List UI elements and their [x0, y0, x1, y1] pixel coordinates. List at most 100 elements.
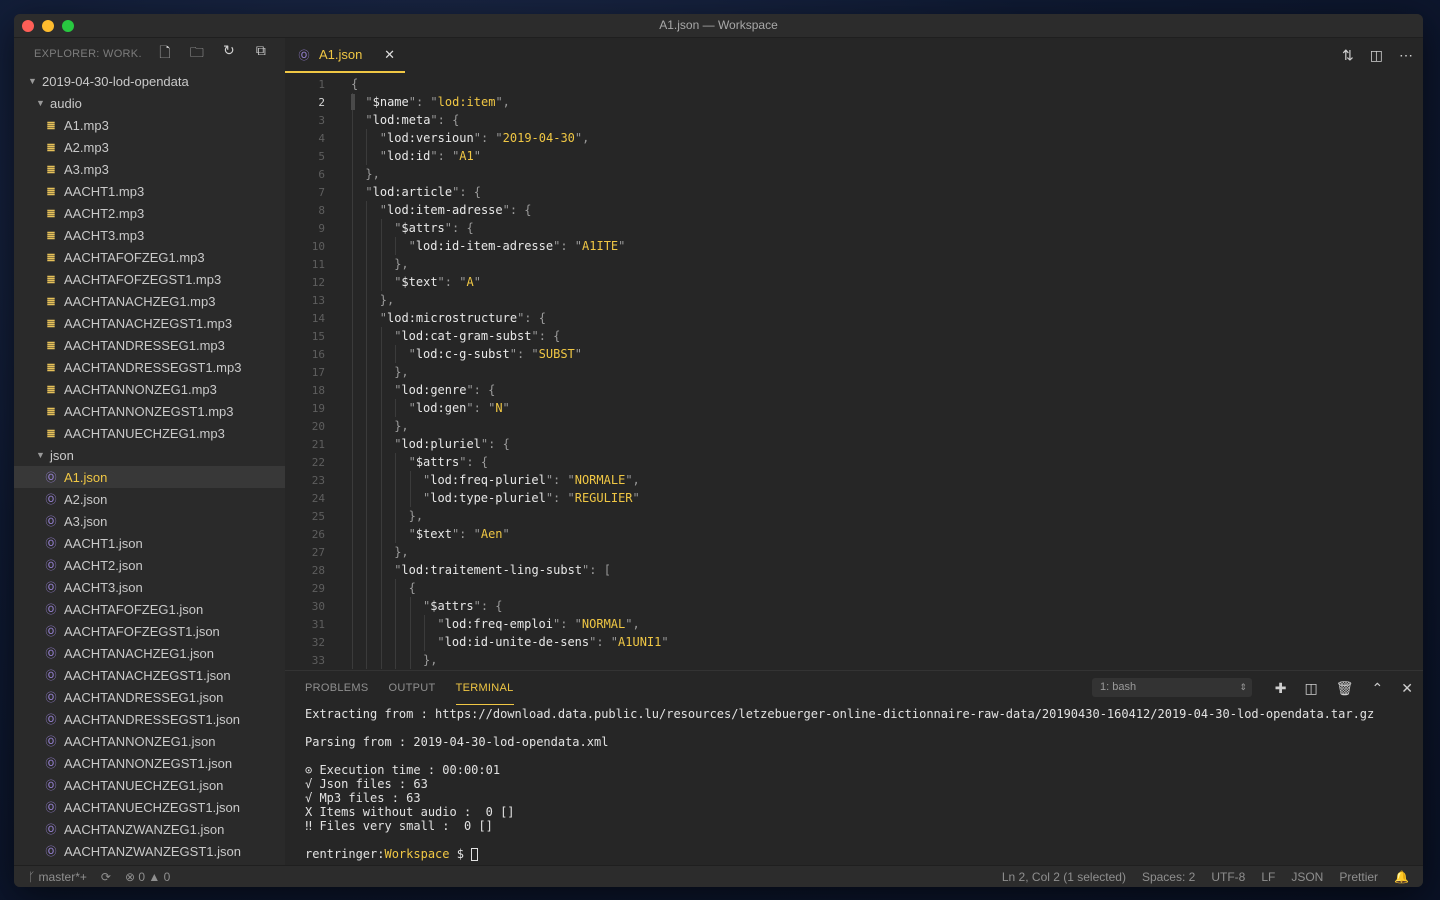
explorer-title: EXPLORER: WORK...	[34, 48, 142, 60]
new-file-icon[interactable]: 🗋	[156, 42, 174, 66]
indent-guide	[352, 453, 353, 471]
split-editor-icon[interactable]: ◫	[1370, 47, 1383, 64]
tree-file-item[interactable]: Ⓞ AACHTANDRESSEGST1.json	[14, 708, 285, 730]
code-line: 13},	[285, 291, 1423, 309]
maximize-panel-icon[interactable]: ⌃	[1372, 680, 1384, 697]
tab-problems[interactable]: PROBLEMS	[305, 671, 369, 705]
code-text: },	[365, 167, 379, 181]
audio-file-icon: ≣	[46, 383, 56, 396]
close-icon[interactable]: ✕	[384, 47, 395, 63]
code-text: "lod:microstructure": {	[380, 311, 546, 325]
encoding[interactable]: UTF-8	[1211, 870, 1245, 884]
terminal-output[interactable]: Extracting from : https://download.data.…	[305, 707, 1413, 861]
audio-file-list: ≣ A1.mp3 ≣ A2.mp3 ≣ A3.mp3 ≣ AACHT1.mp3 ≣ AACHT2.…	[14, 114, 285, 444]
language-mode[interactable]: JSON	[1291, 870, 1323, 884]
problems-status[interactable]: ⊗ 0 ▲ 0	[125, 870, 170, 884]
refresh-icon[interactable]: ↻	[220, 42, 238, 66]
sync-icon[interactable]: ⟳	[101, 870, 111, 884]
tree-file-item[interactable]: Ⓞ AACHTAFOFZEG1.json	[14, 598, 285, 620]
line-number: 25	[311, 509, 325, 523]
tree-file-item[interactable]: ≣ AACHTAFOFZEGST1.mp3	[14, 268, 285, 290]
tree-file-item[interactable]: Ⓞ AACHTANACHZEGST1.json	[14, 664, 285, 686]
tree-file-item[interactable]: ≣ AACHTANNONZEGST1.mp3	[14, 400, 285, 422]
tree-file-item[interactable]: Ⓞ AACHTANDRESSEG1.json	[14, 686, 285, 708]
branch-status[interactable]: ᚴ master*+	[28, 870, 87, 884]
tree-file-item[interactable]: ≣ AACHTANDRESSEGST1.mp3	[14, 356, 285, 378]
tree-file-item[interactable]: ≣ AACHT3.mp3	[14, 224, 285, 246]
tree-file-item[interactable]: Ⓞ AACHTANUECHZEG1.json	[14, 774, 285, 796]
tree-file-item[interactable]: Ⓞ AACHT2.json	[14, 554, 285, 576]
tree-file-item[interactable]: Ⓞ A2.json	[14, 488, 285, 510]
indent-guide	[352, 327, 353, 345]
tree-folder-audio[interactable]: ▼ audio	[14, 92, 285, 114]
trash-icon[interactable]: 🗑	[1336, 680, 1354, 697]
code-token: lod:microstructure	[387, 311, 518, 325]
tree-root-folder[interactable]: ▼ 2019-04-30-lod-opendata	[14, 70, 285, 92]
indent-guide	[352, 201, 353, 219]
new-terminal-icon[interactable]: ✚	[1275, 680, 1287, 697]
tree-file-item[interactable]: ≣ A1.mp3	[14, 114, 285, 136]
tree-file-item[interactable]: Ⓞ AACHTANZWANZEGST1.json	[14, 840, 285, 862]
more-actions-icon[interactable]: ⋯	[1399, 47, 1413, 64]
tree-file-item[interactable]: Ⓞ AACHT3.json	[14, 576, 285, 598]
code-token: ": "	[553, 617, 582, 631]
tree-file-item[interactable]: Ⓞ A3.json	[14, 510, 285, 532]
tree-file-item[interactable]: Ⓞ AACHTANZWANZEG1.json	[14, 818, 285, 840]
tree-file-item[interactable]: Ⓞ A1.json	[14, 466, 285, 488]
tree-file-item[interactable]: ≣ AACHTANDRESSEG1.mp3	[14, 334, 285, 356]
formatter[interactable]: Prettier	[1339, 870, 1378, 884]
tree-folder-json[interactable]: ▼ json	[14, 444, 285, 466]
window-title: A1.json — Workspace	[659, 18, 778, 32]
code-area[interactable]: 1{2 "$name": "lod:item", 3 "lod:meta": {4 "l…	[285, 75, 1423, 670]
tree-file-label: AACHTANNONZEGST1.mp3	[64, 403, 234, 419]
tab-output[interactable]: OUTPUT	[389, 671, 436, 705]
open-changes-icon[interactable]: ⇅	[1342, 47, 1354, 64]
tree-file-item[interactable]: ≣ AACHTANNONZEG1.mp3	[14, 378, 285, 400]
code-text: "lod:article": {	[365, 185, 481, 199]
bell-icon[interactable]: 🔔	[1394, 870, 1409, 884]
tree-file-item[interactable]: Ⓞ AACHTANACHZEG1.json	[14, 642, 285, 664]
editor-tab-a1-json[interactable]: Ⓞ A1.json ✕	[285, 38, 405, 73]
indent-guide	[380, 633, 382, 651]
code-token: "	[437, 617, 445, 631]
tree-file-item[interactable]: ≣ AACHTANACHZEG1.mp3	[14, 290, 285, 312]
close-panel-icon[interactable]: ✕	[1401, 680, 1413, 697]
code-token: ": {	[480, 437, 510, 451]
tree-file-item[interactable]: Ⓞ AACHT1.json	[14, 532, 285, 554]
split-terminal-icon[interactable]: ◫	[1305, 680, 1318, 697]
code-text: "lod:traitement-ling-subst": [	[394, 563, 611, 577]
line-ending[interactable]: LF	[1261, 870, 1275, 884]
terminal-select[interactable]: 1: bash ⇕	[1092, 678, 1252, 697]
cursor-position[interactable]: Ln 2, Col 2 (1 selected)	[1002, 870, 1126, 884]
terminal-prompt[interactable]: rentringer:Workspace $	[305, 847, 1413, 861]
tab-terminal[interactable]: TERMINAL	[455, 671, 514, 705]
tree-file-item[interactable]: Ⓞ AACHTAFOFZEGST1.json	[14, 620, 285, 642]
indent-guide	[352, 633, 353, 651]
tree-file-label: AACHTANDRESSEG1.mp3	[64, 337, 225, 353]
tree-file-item[interactable]: Ⓞ AACHTANNONZEG1.json	[14, 730, 285, 752]
indent-guide	[380, 363, 382, 381]
new-folder-icon[interactable]: 🗀	[188, 42, 206, 66]
code-token: },	[423, 653, 438, 667]
indentation[interactable]: Spaces: 2	[1142, 870, 1195, 884]
tree-file-item[interactable]: ≣ AACHTANUECHZEG1.mp3	[14, 422, 285, 444]
indent-guide	[366, 147, 368, 165]
indent-guide	[352, 615, 353, 633]
json-file-icon: Ⓞ	[45, 538, 57, 550]
tree-file-item[interactable]: Ⓞ AACHTANNONZEGST1.json	[14, 752, 285, 774]
title-bar: A1.json — Workspace	[14, 14, 1423, 38]
tree-file-item[interactable]: ≣ A3.mp3	[14, 158, 285, 180]
tree-file-item[interactable]: ≣ AACHT2.mp3	[14, 202, 285, 224]
json-file-icon: Ⓞ	[45, 802, 57, 814]
code-line: 10 "lod:id-item-adresse": "A1ITE"	[285, 237, 1423, 255]
audio-file-icon: ≣	[46, 207, 56, 220]
tree-file-item[interactable]: ≣ AACHTAFOFZEG1.mp3	[14, 246, 285, 268]
tree-file-item[interactable]: ≣ A2.mp3	[14, 136, 285, 158]
tree-file-item[interactable]: ≣ AACHT1.mp3	[14, 180, 285, 202]
audio-file-icon: ≣	[46, 141, 56, 154]
tree-file-item[interactable]: Ⓞ AACHTANUECHZEGST1.json	[14, 796, 285, 818]
tree-file-item[interactable]: ≣ AACHTANACHZEGST1.mp3	[14, 312, 285, 334]
collapse-all-icon[interactable]: ⧉	[252, 42, 270, 66]
code-token: lod:c-g-subst	[415, 347, 510, 361]
line-number: 16	[311, 347, 325, 361]
